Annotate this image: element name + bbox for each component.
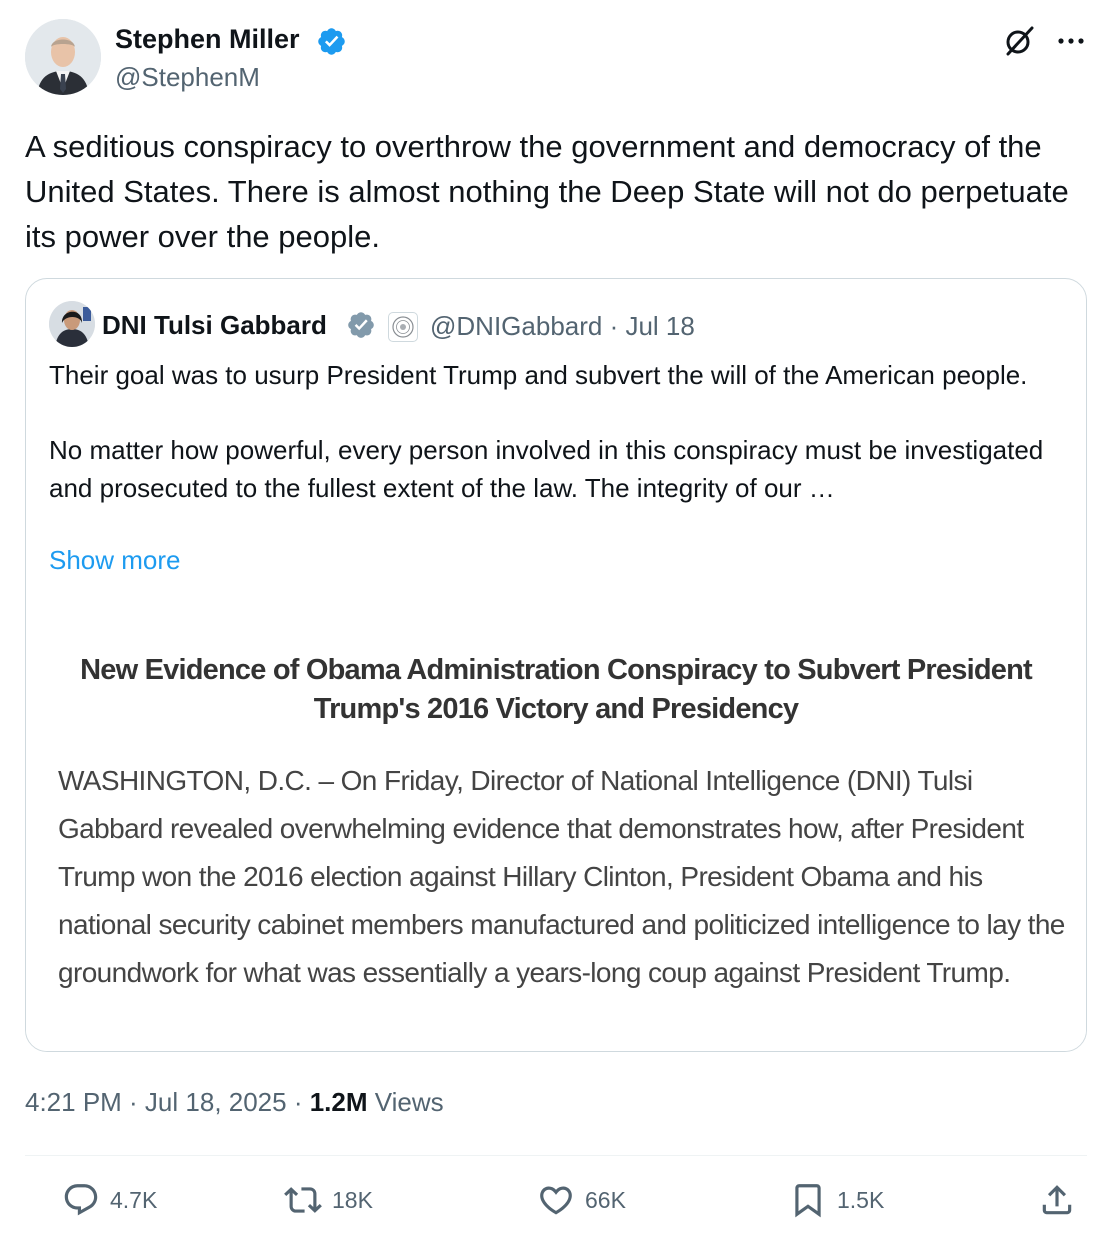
reply-count: 4.7K bbox=[110, 1186, 158, 1213]
quote-attached-image[interactable]: New Evidence of Obama Administration Con… bbox=[26, 609, 1086, 1051]
heart-icon bbox=[540, 1186, 572, 1215]
gray-verified-badge-icon[interactable] bbox=[346, 310, 376, 340]
more-icon[interactable] bbox=[1055, 26, 1087, 56]
quote-author-avatar[interactable] bbox=[49, 301, 95, 347]
quote-author-name[interactable]: DNI Tulsi Gabbard bbox=[102, 310, 327, 341]
like-count: 66K bbox=[585, 1186, 626, 1213]
quote-text: Their goal was to usurp President Trump … bbox=[49, 357, 1074, 507]
like-button[interactable]: 66K bbox=[537, 1180, 626, 1220]
author-name[interactable]: Stephen Miller bbox=[115, 24, 300, 55]
timestamp-row: 4:21 PM · Jul 18, 2025 · 1.2M Views bbox=[25, 1087, 444, 1118]
grok-icon[interactable] bbox=[1002, 24, 1036, 58]
author-avatar[interactable] bbox=[25, 19, 101, 95]
repost-button[interactable]: 18K bbox=[284, 1180, 373, 1220]
divider bbox=[25, 1155, 1087, 1156]
share-icon bbox=[1042, 1185, 1072, 1215]
views-label: Views bbox=[367, 1087, 444, 1117]
repost-icon bbox=[284, 1187, 322, 1213]
share-button[interactable] bbox=[1038, 1180, 1076, 1220]
bookmark-button[interactable]: 1.5K bbox=[789, 1180, 884, 1220]
affiliation-seal-icon[interactable] bbox=[388, 312, 418, 342]
reply-button[interactable]: 4.7K bbox=[62, 1180, 157, 1220]
show-more-link[interactable]: Show more bbox=[49, 545, 181, 576]
quote-avatar-image bbox=[49, 301, 95, 347]
quote-handle-date[interactable]: @DNIGabbard · Jul 18 bbox=[430, 311, 695, 342]
reply-icon bbox=[64, 1184, 98, 1216]
quote-paragraph-1: Their goal was to usurp President Trump … bbox=[49, 360, 1028, 390]
tweet-text: A seditious conspiracy to overthrow the … bbox=[25, 129, 1069, 254]
bookmark-count: 1.5K bbox=[837, 1186, 885, 1213]
avatar-image bbox=[25, 19, 101, 95]
image-headline: New Evidence of Obama Administration Con… bbox=[80, 654, 1033, 725]
bookmark-icon bbox=[795, 1184, 821, 1218]
image-body-text: WASHINGTON, D.C. – On Friday, Director o… bbox=[58, 765, 1065, 988]
timestamp-link[interactable]: 4:21 PM · Jul 18, 2025 · bbox=[25, 1087, 310, 1117]
verified-badge-icon[interactable] bbox=[316, 26, 347, 57]
views-count: 1.2M bbox=[309, 1087, 368, 1117]
quote-tweet-card[interactable]: DNI Tulsi Gabbard @DNIGabbard · Jul 18 T… bbox=[25, 278, 1087, 1052]
repost-count: 18K bbox=[332, 1186, 373, 1213]
author-handle[interactable]: @StephenM bbox=[115, 62, 260, 93]
quote-paragraph-2: No matter how powerful, every person inv… bbox=[49, 435, 1044, 503]
